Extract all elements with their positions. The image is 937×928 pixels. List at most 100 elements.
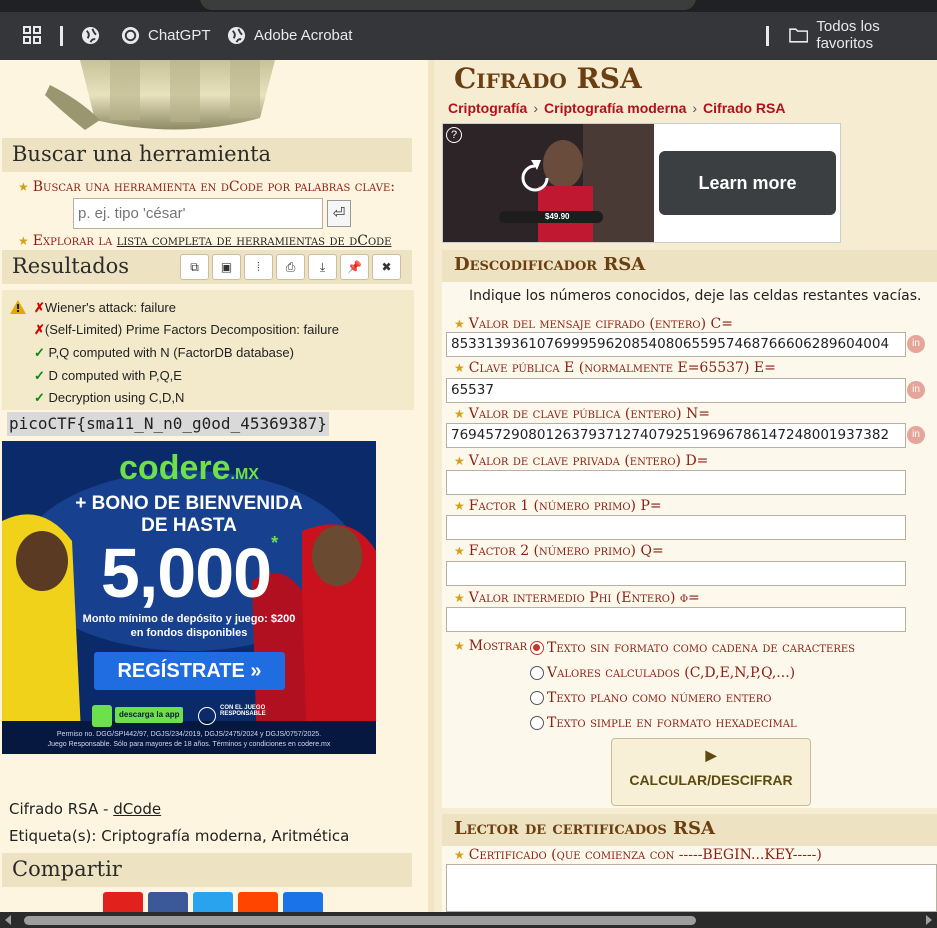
play-icon: ▶: [705, 747, 717, 763]
results-box: ✗Wiener's attack: failure ✗(Self-Limited…: [2, 290, 414, 410]
columns-icon[interactable]: ⦙: [244, 254, 273, 280]
calculate-decrypt-button[interactable]: ▶ CALCULAR/DESCIFRAR: [611, 738, 811, 806]
star-icon: ★: [454, 407, 465, 421]
certificate-header: Lector de certificados RSA: [442, 814, 937, 846]
search-prompt: ★ Buscar una herramienta en dCode por pal…: [18, 179, 396, 195]
input-info-icon[interactable]: in: [907, 426, 925, 444]
star-icon: ★: [454, 848, 465, 862]
ad-brand: codere.MX: [119, 449, 259, 487]
left-sidebar: Buscar una herramienta ★ Buscar una herra…: [0, 60, 428, 912]
ad-line3: Monto mínimo de depósito y juego: $200: [82, 613, 296, 625]
phi-input[interactable]: [446, 607, 906, 632]
tool-list-link[interactable]: lista completa de herramientas de dCode: [117, 233, 392, 249]
bookmark-adobe-acrobat[interactable]: Adobe Acrobat: [227, 24, 352, 46]
globe-icon: [227, 26, 246, 44]
radio-icon[interactable]: [530, 666, 544, 680]
radio-selected-icon[interactable]: [530, 641, 544, 655]
public-exponent-e-input[interactable]: 65537: [446, 378, 906, 403]
ad-amount: 5,000*: [100, 533, 278, 612]
share-twitter-icon[interactable]: [193, 892, 233, 912]
field-label-phi: ★ Valor intermedio Phi (Entero) φ=: [454, 590, 700, 606]
horizontal-scrollbar[interactable]: [0, 912, 937, 928]
scroll-right-icon[interactable]: [926, 915, 932, 925]
copy-icon[interactable]: ⧉: [180, 254, 209, 280]
cryptex-logo: [45, 60, 275, 130]
field-label-e: ★ Clave pública E (normalmente E=65537) E…: [454, 360, 776, 376]
breadcrumb-item[interactable]: Cifrado RSA: [703, 100, 785, 116]
share-pinterest-icon[interactable]: [103, 892, 143, 912]
factor-p-input[interactable]: [446, 515, 906, 540]
app-icon: [92, 705, 112, 727]
decrypted-flag[interactable]: picoCTF{sma11_N_n0_g0od_45369387}: [7, 412, 329, 436]
video-ad[interactable]: $49.90 ? Learn more: [442, 123, 841, 243]
ad-line4: en fondos disponibles: [130, 627, 248, 639]
star-icon: ★: [454, 591, 465, 605]
star-icon: ★: [454, 499, 465, 513]
cross-icon: ✗: [34, 322, 45, 337]
warning-icon: [10, 300, 26, 317]
bookmark-label: Adobe Acrobat: [254, 26, 353, 44]
rsa-certificate-panel: Lector de certificados RSA ★ Certificado …: [442, 814, 937, 912]
browser-tab-strip: [0, 0, 937, 12]
field-label-q: ★ Factor 2 (número primo) Q=: [454, 543, 664, 559]
codere-ad-banner[interactable]: codere.MX + BONO DE BIENVENIDA DE HASTA …: [2, 441, 376, 754]
share-email-icon[interactable]: [283, 892, 323, 912]
ad-line1: + BONO DE BIENVENIDA: [75, 493, 303, 514]
tags-line: Etiqueta(s): Criptografía moderna, Aritm…: [9, 827, 350, 845]
help-icon[interactable]: ?: [446, 127, 462, 143]
download-icon[interactable]: ⤓: [308, 254, 337, 280]
ad-fine-print2: Juego Responsable. Sólo para mayores de …: [47, 741, 331, 748]
factor-q-input[interactable]: [446, 561, 906, 586]
radio-option-calculated-values[interactable]: Valores calculados (C,D,E,N,P,Q,...): [530, 665, 795, 681]
bookmarks-separator: [60, 26, 63, 46]
bookmarks-separator: [766, 26, 769, 46]
field-label-d: ★ Valor de clave privada (entero) D=: [454, 453, 709, 469]
modulus-n-input[interactable]: 7694572908012637937127407925196967861472…: [446, 423, 906, 448]
video-scene: [443, 124, 654, 242]
ad-register-button[interactable]: REGÍSTRATE »: [94, 652, 285, 690]
all-favorites-label: Todos los favoritos: [816, 18, 880, 52]
share-facebook-icon[interactable]: [148, 892, 188, 912]
video-thumbnail: $49.90 ?: [443, 124, 654, 242]
decoder-header: Descodificador RSA: [442, 250, 937, 282]
bookmark-chatgpt[interactable]: ChatGPT: [121, 24, 211, 46]
scroll-left-icon[interactable]: [5, 915, 11, 925]
radio-icon[interactable]: [530, 691, 544, 705]
apps-grid-icon[interactable]: [23, 24, 41, 46]
certificate-textarea[interactable]: [446, 864, 937, 912]
instructions: Indique los números conocidos, deje las …: [469, 288, 922, 304]
ciphertext-c-input[interactable]: 8533139361076999596208540806559574687666…: [446, 332, 906, 357]
scrollbar-thumb[interactable]: [24, 916, 696, 925]
settings-icon[interactable]: ▣: [212, 254, 241, 280]
bookmark-label: ChatGPT: [148, 26, 211, 44]
radio-option-text-string[interactable]: Texto sin formato como cadena de caracte…: [530, 640, 855, 656]
pin-icon[interactable]: 📌: [340, 254, 369, 280]
input-info-icon[interactable]: in: [907, 381, 925, 399]
radio-icon[interactable]: [530, 716, 544, 730]
ad-fine-print1: Permiso no. DGG/SPI442/97, DGJS/234/2019…: [56, 731, 322, 738]
page-label: Cifrado RSA - dCode: [9, 800, 162, 818]
search-header: Buscar una herramienta: [2, 138, 412, 172]
radio-option-hex[interactable]: Texto simple en formato hexadecimal: [530, 715, 797, 731]
dcode-link[interactable]: dCode: [113, 800, 161, 818]
private-key-d-input[interactable]: [446, 470, 906, 495]
star-icon: ★: [454, 544, 465, 558]
all-favorites-folder[interactable]: Todos los favoritos: [789, 18, 937, 52]
result-line: ✓ P,Q computed with N (FactorDB database…: [34, 345, 294, 360]
globe-icon[interactable]: [81, 24, 100, 46]
address-bar-edge[interactable]: [200, 0, 696, 10]
input-info-icon[interactable]: in: [907, 335, 925, 353]
learn-more-button[interactable]: Learn more: [659, 151, 836, 215]
certificate-label: ★ Certificado (que comienza con -----BEGI…: [454, 847, 822, 863]
search-submit-button[interactable]: ⏎: [327, 200, 351, 227]
breadcrumb-item[interactable]: Criptografía moderna: [544, 100, 686, 116]
close-icon[interactable]: ✖: [372, 254, 401, 280]
result-line: ✗Wiener's attack: failure: [34, 300, 176, 315]
search-input[interactable]: [73, 198, 323, 229]
radio-option-integer[interactable]: Texto plano como número entero: [530, 690, 771, 706]
share-reddit-icon[interactable]: [238, 892, 278, 912]
result-line: ✓ Decryption using C,D,N: [34, 390, 185, 405]
check-icon: ✓: [34, 368, 45, 383]
breadcrumb-item[interactable]: Criptografía: [448, 100, 527, 116]
print-icon[interactable]: ⎙: [276, 254, 305, 280]
